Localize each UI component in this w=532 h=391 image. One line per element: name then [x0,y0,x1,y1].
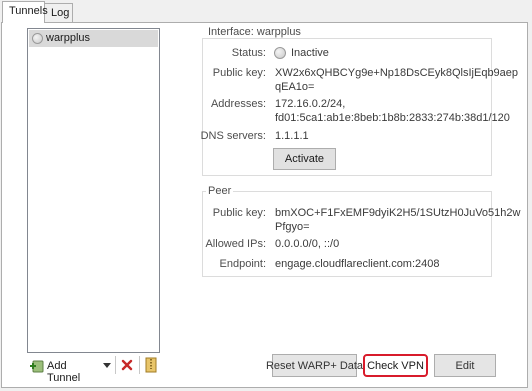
toolbar-separator [115,356,116,374]
interface-public-key-line2: qEA1o= [275,81,315,93]
interface-public-key-label: Public key: [212,67,266,79]
tab-tunnels-label: Tunnels [9,5,48,17]
reset-warp-data-button[interactable]: Reset WARP+ Data [266,354,363,377]
reset-warp-data-label: Reset WARP+ Data [265,359,364,372]
check-vpn-label: Check VPN [367,359,424,372]
tab-log[interactable]: Log [44,3,73,23]
tab-log-label: Log [51,7,70,19]
edit-button[interactable]: Edit [434,354,496,377]
interface-title: Interface: warpplus [206,26,303,38]
activate-button-label: Activate [284,153,325,165]
edit-label: Edit [455,359,475,372]
endpoint-value: engage.cloudflareclient.com:2408 [275,258,440,270]
tunnel-list-item[interactable]: warpplus [29,30,158,47]
tab-tunnels[interactable]: Tunnels [2,1,48,23]
add-tunnel-label: Add Tunnel [47,360,81,384]
peer-public-key-line2: Pfgyo= [275,221,310,233]
zip-export-icon[interactable] [145,357,157,373]
dns-servers-label: DNS servers: [200,130,266,142]
interface-status-icon [274,47,286,59]
activate-button[interactable]: Activate [273,148,336,170]
status-label: Status: [231,47,266,59]
tunnel-status-icon [32,33,43,44]
status-value: Inactive [291,47,329,59]
tunnel-list[interactable]: warpplus [27,28,160,353]
toolbar-separator-2 [139,356,140,374]
endpoint-label: Endpoint: [219,258,266,270]
delete-icon[interactable] [121,359,133,371]
peer-title: Peer [206,185,234,197]
interface-public-key-line1: XW2x6xQHBCYg9e+Np18DsCEyk8QlsIjEqb9aep [275,67,519,79]
addresses-label: Addresses: [210,98,266,110]
peer-public-key-label: Public key: [212,207,266,219]
allowed-ips-value: 0.0.0.0/0, ::/0 [275,238,340,250]
addresses-line1: 172.16.0.2/24, [275,98,346,110]
addresses-line2: fd01:5ca1:ab1e:8beb:1b8b:2833:274b:38d1/… [275,112,510,124]
add-tunnel-icon [29,358,45,374]
tunnel-name: warpplus [46,32,91,44]
add-tunnel-button[interactable]: Add Tunnel [28,357,98,384]
dns-servers-value: 1.1.1.1 [275,130,309,142]
check-vpn-button[interactable]: Check VPN [363,354,428,377]
allowed-ips-label: Allowed IPs: [205,238,266,250]
peer-public-key-line1: bmXOC+F1FxEMF9dyiK2H5/1SUtzH0JuVo51h2w [275,207,521,219]
dropdown-arrow-icon[interactable] [103,363,111,368]
